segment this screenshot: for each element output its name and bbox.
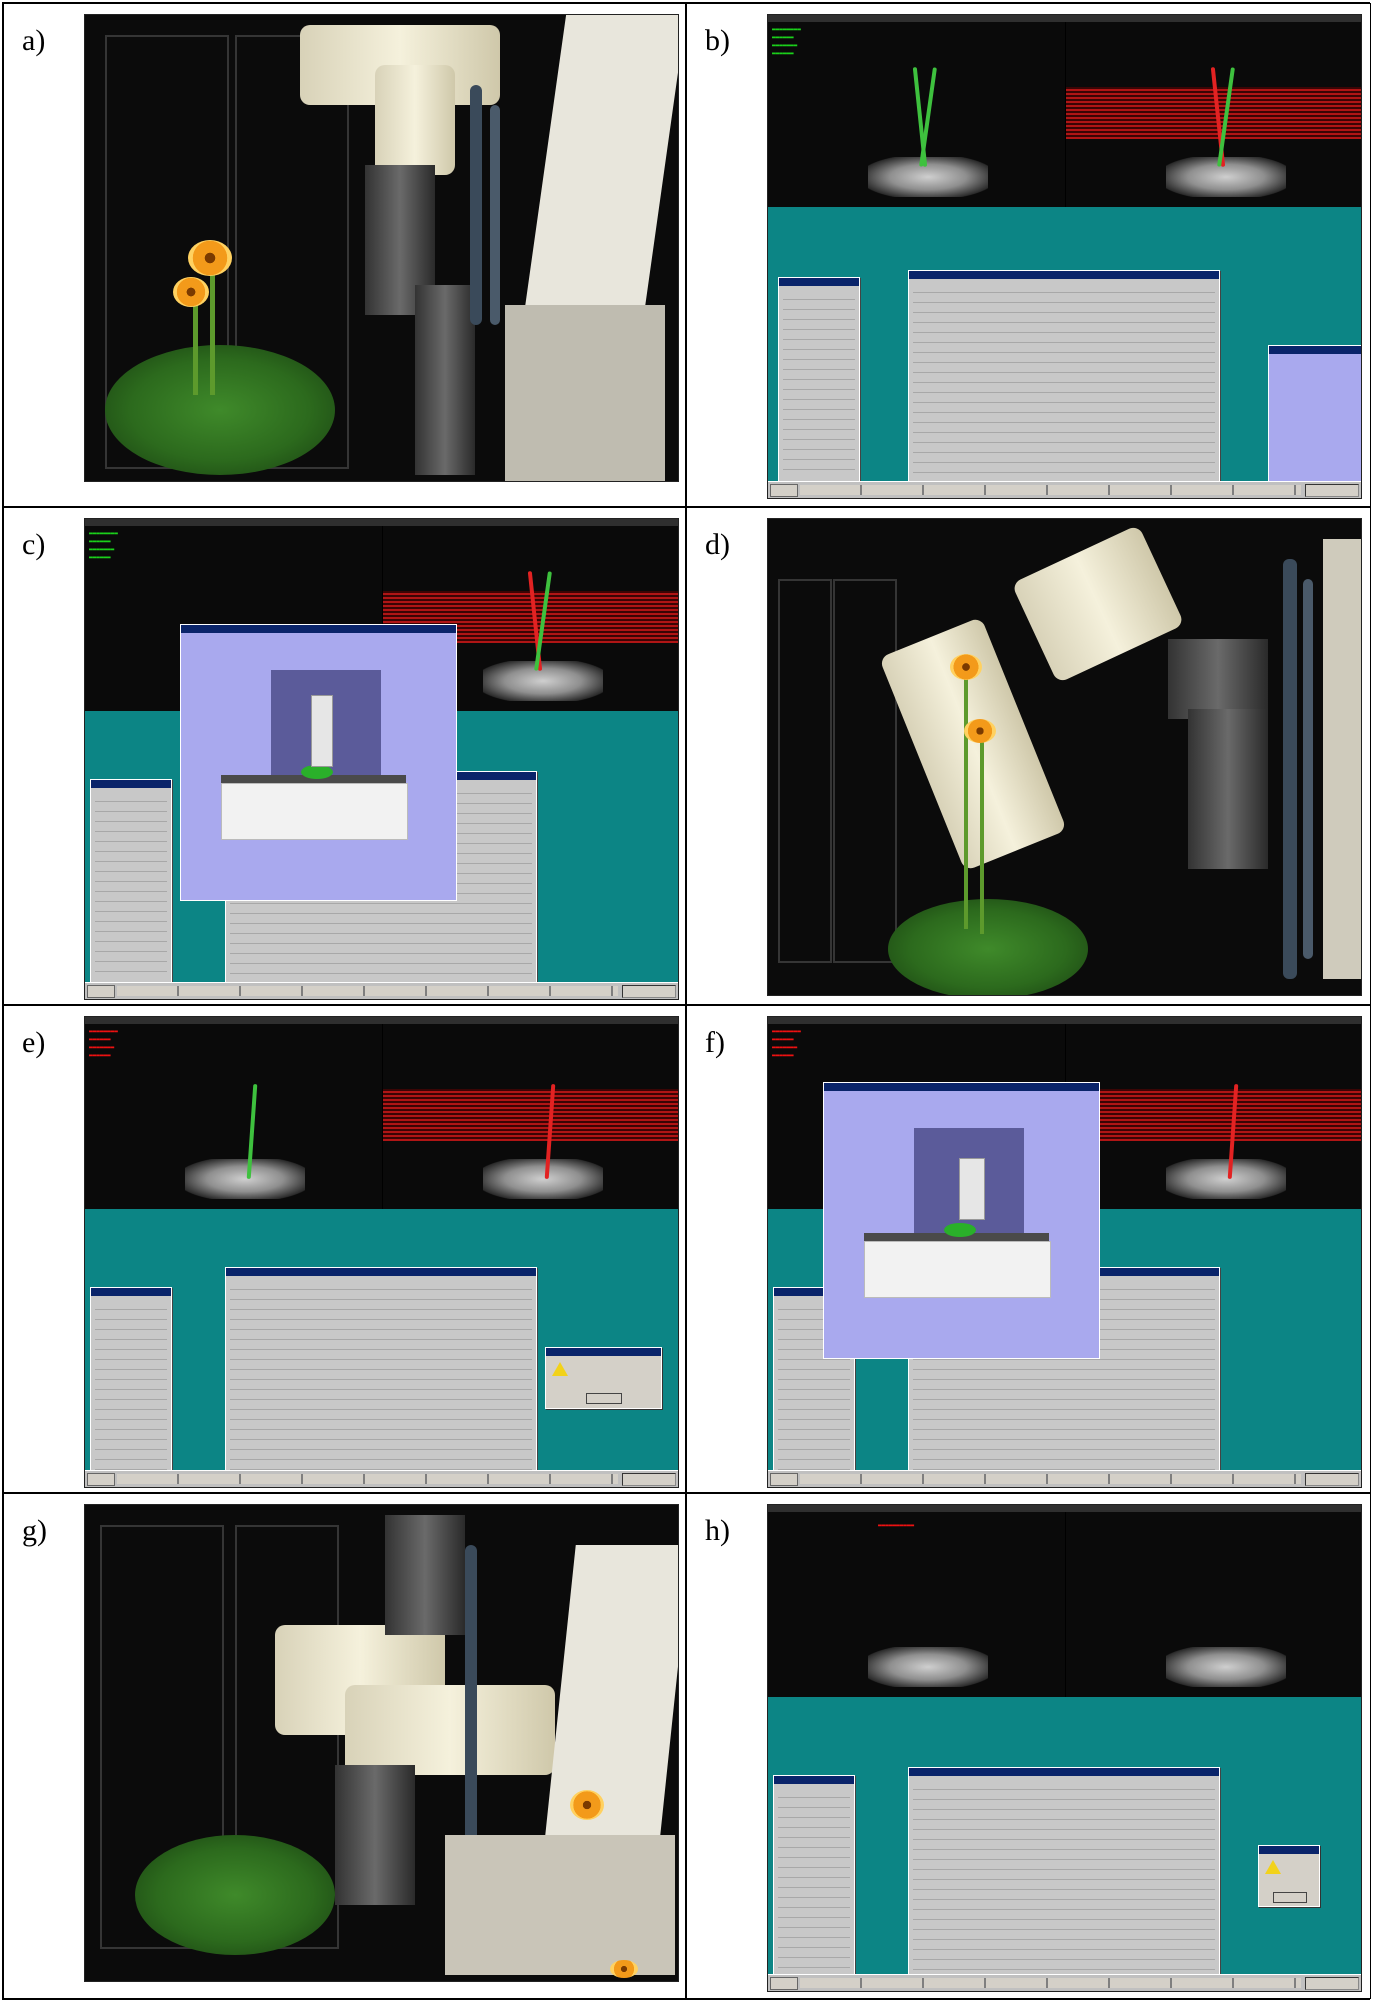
- sim-table: [221, 783, 408, 840]
- panel-label: a): [22, 24, 46, 57]
- gerbera-flower: [173, 277, 209, 307]
- panel-h: h) ▬▬▬▬▬▬▬▬▬▬: [686, 1493, 1371, 1999]
- software-screenshot: ▬▬▬▬▬▬▬▬▬▬: [767, 1504, 1362, 1992]
- software-screenshot: ▬▬▬▬▬▬▬▬ ▬▬▬▬▬▬ ▬▬▬▬▬▬▬ ▬▬▬▬▬▬: [84, 1016, 679, 1488]
- info-dialog: [1258, 1845, 1320, 1907]
- panel-label: f): [705, 1026, 725, 1059]
- panel-label: b): [705, 24, 730, 57]
- panel-label: e): [22, 1026, 46, 1059]
- robot-photo: [84, 14, 679, 482]
- panel-label: c): [22, 528, 46, 561]
- plant: [105, 345, 335, 475]
- plant: [135, 1835, 335, 1955]
- software-screenshot: ▬▬▬▬▬▬▬▬ ▬▬▬▬▬▬ ▬▬▬▬▬▬▬ ▬▬▬▬▬▬: [767, 14, 1362, 499]
- software-screenshot: ▬▬▬▬▬▬▬▬ ▬▬▬▬▬▬ ▬▬▬▬▬▬▬ ▬▬▬▬▬▬: [84, 518, 679, 1000]
- simulation-window: [823, 1082, 1100, 1359]
- camera-view-left: ▬▬▬▬▬▬▬▬ ▬▬▬▬▬▬ ▬▬▬▬▬▬▬ ▬▬▬▬▬▬: [768, 22, 1065, 207]
- gerbera-flower: [950, 654, 982, 680]
- warning-icon: [552, 1362, 568, 1376]
- software-screenshot: ▬▬▬▬▬▬▬▬ ▬▬▬▬▬▬ ▬▬▬▬▬▬▬ ▬▬▬▬▬▬: [767, 1016, 1362, 1488]
- ok-button[interactable]: [1273, 1892, 1307, 1903]
- panel-f: f) ▬▬▬▬▬▬▬▬ ▬▬▬▬▬▬ ▬▬▬▬▬▬▬ ▬▬▬▬▬▬: [686, 1005, 1371, 1493]
- gripper: [335, 1765, 415, 1905]
- panel-d: d): [686, 507, 1371, 1005]
- camera-view-right: [1066, 22, 1361, 207]
- sim-robot: [311, 695, 333, 767]
- panel-g: g): [3, 1493, 686, 1999]
- warning-dialog: [545, 1347, 662, 1409]
- ok-button[interactable]: [586, 1393, 622, 1404]
- taskbar: [768, 481, 1361, 498]
- panel-label: d): [705, 528, 730, 561]
- panel-label: h): [705, 1514, 730, 1547]
- side-panel: [523, 15, 678, 315]
- panel-label: g): [22, 1514, 47, 1547]
- panel-c: c) ▬▬▬▬▬▬▬▬ ▬▬▬▬▬▬ ▬▬▬▬▬▬▬ ▬▬▬▬▬▬: [3, 507, 686, 1005]
- panel-e: e) ▬▬▬▬▬▬▬▬ ▬▬▬▬▬▬ ▬▬▬▬▬▬▬ ▬▬▬▬▬▬: [3, 1005, 686, 1493]
- figure-grid: a) b) ▬▬▬▬▬▬▬▬ ▬▬▬▬▬▬ ▬▬▬▬▬▬▬ ▬▬▬▬▬▬ c) …: [2, 2, 1371, 2000]
- simulation-window: [180, 624, 457, 901]
- panel-a: a): [3, 3, 686, 507]
- gripper: [1188, 709, 1268, 869]
- side-window: [778, 277, 860, 484]
- gerbera-flower: [570, 1790, 604, 1820]
- simulation-window: [1268, 345, 1361, 484]
- control-window: [908, 270, 1220, 487]
- panel-b: b) ▬▬▬▬▬▬▬▬ ▬▬▬▬▬▬ ▬▬▬▬▬▬▬ ▬▬▬▬▬▬: [686, 3, 1371, 507]
- warning-icon: [1265, 1860, 1281, 1874]
- plant: [888, 899, 1088, 995]
- robot-photo: [767, 518, 1362, 996]
- robot-photo: [84, 1504, 679, 1982]
